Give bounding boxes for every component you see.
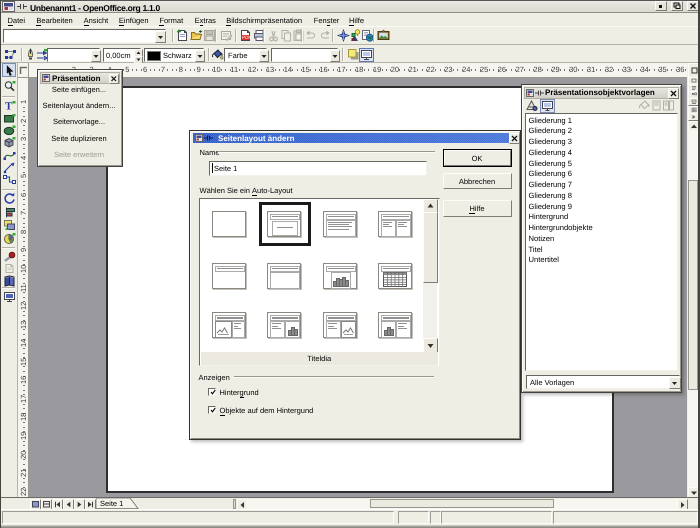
svg-text:PDF: PDF bbox=[242, 35, 251, 40]
svg-text:T: T bbox=[5, 101, 13, 113]
svg-text:Seite 1: Seite 1 bbox=[100, 499, 123, 508]
